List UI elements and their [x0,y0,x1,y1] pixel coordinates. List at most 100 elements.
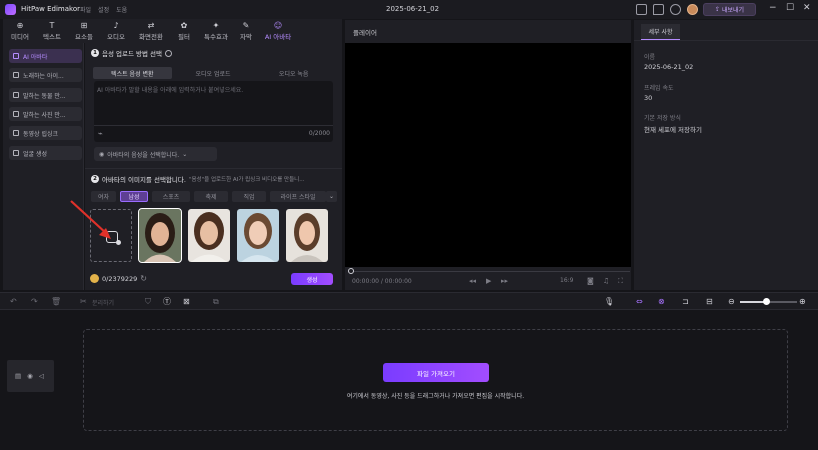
tool-ai-avatar[interactable]: ☺ AI 아바타 [259,19,297,43]
voice-select[interactable]: ◉ 아바타의 음성을 선택합니다. ⌄ [94,147,217,161]
shield-icon[interactable]: ⛉ [145,297,151,306]
link-icon[interactable]: ⇔ [636,297,643,306]
chevron-down-icon[interactable]: ⌄ [326,191,337,202]
sidebar-item-face-generate[interactable]: 얼굴 생성 [9,146,82,160]
menu-help[interactable]: 도움 [116,5,127,14]
redo-icon[interactable]: ↷ [31,297,38,306]
import-file-button[interactable]: 파일 가져오기 [383,363,489,382]
avatar-thumb[interactable] [188,209,230,262]
app-logo-icon [5,4,16,15]
script-textarea[interactable]: AI 아바타가 말할 내용을 아래에 입력하거나 붙여넣으세요. ⌁ 0/200… [94,81,333,142]
microphone-icon[interactable]: 🎙 [604,297,614,306]
snapshot-icon[interactable]: ◙ [587,277,594,285]
no-audio-icon[interactable]: ⊠ [183,297,190,306]
tool-audio[interactable]: ♪ 오디오 [101,19,131,43]
media-drop-zone[interactable]: 파일 가져오기 여기에서 동영상, 사진 등을 드래그하거나 가져오면 편집을 … [83,329,788,431]
aspect-ratio[interactable]: 16:9 [560,277,573,284]
avatar-thumb[interactable] [286,209,328,262]
menu-file[interactable]: 파일 [80,5,91,14]
preview-screen [345,43,631,267]
crop-icon[interactable]: ⧉ [213,297,219,306]
tool-text[interactable]: T 텍스트 [37,19,67,43]
layout-icon[interactable] [636,4,647,15]
zoom-in-icon[interactable]: ⊕ [799,297,806,306]
voice-select-label: 아바타의 음성을 선택합니다. [107,151,180,159]
maximize-icon[interactable]: ☐ [786,3,794,13]
track-type-icon: ▤ [15,372,22,380]
photo-icon [13,111,19,117]
sidebar-item-talking-photo[interactable]: 말하는 사진 만... [9,107,82,121]
next-frame-icon[interactable]: ▸▸ [501,277,508,285]
scrubber-handle[interactable] [348,268,354,274]
tool-elements[interactable]: ⊞ 요소들 [69,19,99,43]
face-icon [13,150,19,156]
tab-record-audio[interactable]: 오디오 녹음 [254,67,333,79]
volume-icon[interactable]: ◁ [39,372,44,380]
avatar-portrait-1 [139,209,181,262]
tool-label: 화면전환 [139,32,163,41]
details-panel: 세부 사항 이름 2025-06-21_02 프레임 속도 30 기본 저장 방… [634,20,818,290]
sidebar-item-ai-avatar[interactable]: AI 아바타 [9,49,82,63]
player-label: 플레이어 [353,29,377,37]
ai-avatar-panel: 1 음성 업로드 방법 선택 텍스트 음성 변환 오디오 업로드 오디오 녹음 … [85,43,342,290]
refresh-icon[interactable]: ↻ [140,274,147,283]
sidebar-item-singing[interactable]: 노래하는 아이... [9,68,82,82]
download-icon[interactable] [670,4,681,15]
visibility-icon[interactable]: ◉ [27,372,33,380]
close-icon[interactable]: ✕ [803,3,811,13]
coin-icon [90,274,99,283]
feedback-icon[interactable] [653,4,664,15]
text-icon[interactable]: Ⓣ [163,297,171,306]
tab-upload-audio[interactable]: 오디오 업로드 [174,67,253,79]
annotation-arrow [70,200,111,239]
minimize-icon[interactable]: − [769,3,777,13]
split-icon[interactable]: ✂ [80,297,87,306]
export-button[interactable]: ⇪ 내보내기 [703,3,756,16]
caption-icon[interactable]: ⊟ [706,297,713,306]
prev-frame-icon[interactable]: ◂◂ [469,277,476,285]
tool-effects[interactable]: ✦ 특수효과 [199,19,233,43]
sidebar-item-lipsync[interactable]: 동영상 립싱크 [9,126,82,140]
drop-hint: 여기에서 동영상, 사진 등을 드래그하거나 가져오면 편집을 시작합니다. [346,393,525,400]
tool-media[interactable]: ⊕ 미디어 [5,19,35,43]
play-icon[interactable]: ▶ [486,277,491,285]
playback-scrubber[interactable] [350,271,630,272]
generate-button[interactable]: 생성 [291,273,333,285]
feature-sidebar: AI 아바타 노래하는 아이... 말하는 동물 만... 말하는 사진 만..… [3,43,84,290]
text-ai-icon[interactable]: ⌁ [98,129,103,138]
menu-settings[interactable]: 설정 [98,5,109,14]
tab-festival[interactable]: 축제 [194,191,228,202]
sidebar-item-label: 말하는 사진 만... [23,111,66,119]
project-title: 2025-06-21_02 [386,5,440,13]
snap-icon[interactable]: ⊗ [658,297,665,306]
voice-icon: ◉ [99,150,105,158]
delete-icon[interactable]: 🗑 [51,297,61,306]
tool-label: AI 아바타 [264,32,292,41]
tool-filter[interactable]: ✿ 필터 [171,19,197,43]
text-icon: T [49,20,55,30]
step2-title: 2 아바타의 이미지를 선택합니다. "음성"을 업로드한 AI가 립싱크 비디… [91,174,304,184]
avatar-thumb[interactable] [237,209,279,262]
tab-lifestyle[interactable]: 라이프 스타일 [270,191,326,202]
tool-subtitle[interactable]: ✎ 자막 [235,19,257,43]
tool-transition[interactable]: ⇄ 화면전환 [133,19,169,43]
tab-male[interactable]: 남성 [120,191,148,202]
undo-icon[interactable]: ↶ [10,297,17,306]
user-avatar-icon[interactable] [687,4,698,15]
tab-text-to-speech[interactable]: 텍스트 음성 변환 [93,67,172,79]
field-value: 2025-06-21_02 [644,63,694,71]
field-value: 30 [644,94,653,102]
tab-job[interactable]: 직업 [232,191,266,202]
zoom-slider-handle[interactable] [763,298,770,305]
tab-details[interactable]: 세부 사항 [641,24,680,40]
info-icon[interactable] [165,49,173,57]
tab-sports[interactable]: 스포츠 [152,191,190,202]
volume-icon[interactable]: ♫ [603,277,609,285]
sidebar-item-talking-animal[interactable]: 말하는 동물 만... [9,88,82,102]
fullscreen-icon[interactable]: ⛶ [618,277,623,286]
avatar-thumb[interactable] [138,208,182,263]
credit-value: 0/2379229 [102,274,138,283]
split-track-icon[interactable]: ⊐ [682,297,689,306]
filter-icon: ✿ [180,20,188,30]
zoom-out-icon[interactable]: ⊖ [728,297,735,306]
